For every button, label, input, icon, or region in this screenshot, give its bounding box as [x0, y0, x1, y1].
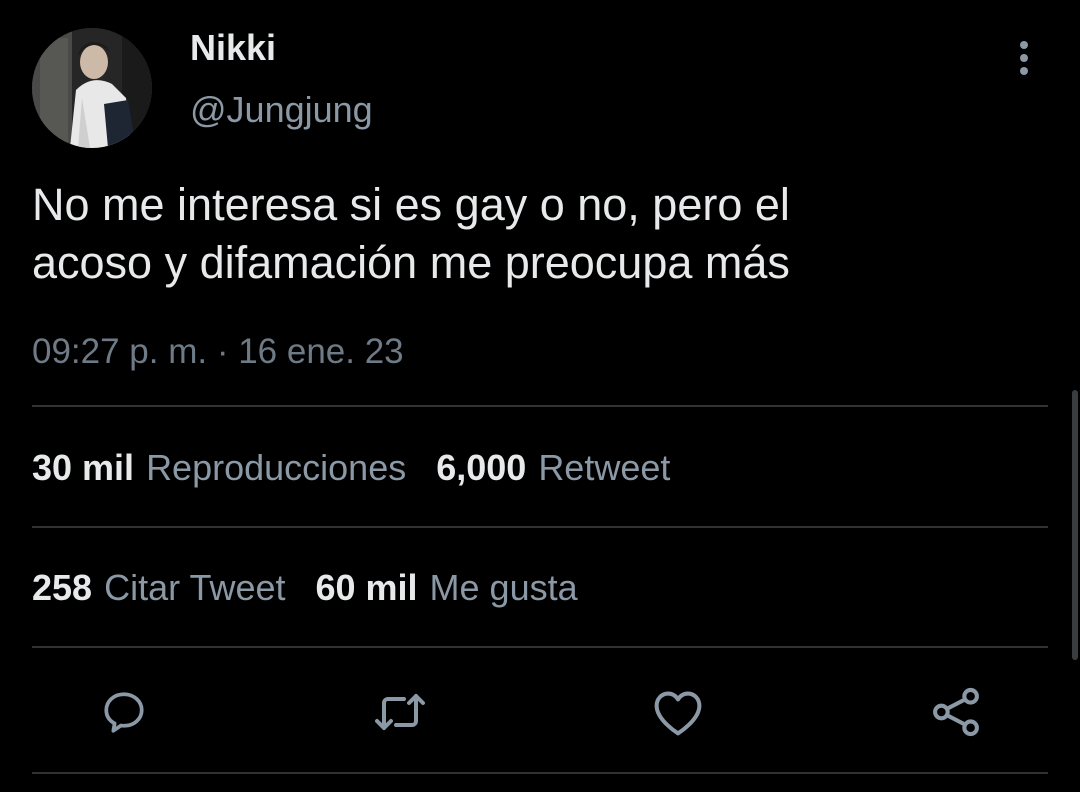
divider	[32, 526, 1048, 528]
retweets-stat[interactable]: 6,000 Retweet	[436, 447, 670, 488]
divider	[32, 646, 1048, 648]
likes-count: 60 mil	[315, 567, 418, 608]
more-vertical-icon	[1020, 41, 1028, 75]
views-stat[interactable]: 30 mil Reproducciones	[32, 447, 406, 488]
tweet-text-line: No me interesa si es gay o no, pero el	[32, 179, 790, 230]
stats-row-views-retweets: 30 mil Reproducciones 6,000 Retweet	[32, 446, 670, 490]
like-button[interactable]	[648, 682, 708, 742]
stats-row-quotes-likes: 258 Citar Tweet 60 mil Me gusta	[32, 566, 578, 610]
scrollbar-thumb[interactable]	[1072, 390, 1078, 660]
reply-button[interactable]	[94, 682, 154, 742]
more-options-button[interactable]	[1004, 36, 1044, 80]
heart-icon	[654, 691, 702, 736]
quotes-label: Citar Tweet	[104, 567, 286, 608]
likes-stat[interactable]: 60 mil Me gusta	[315, 567, 577, 608]
quotes-count: 258	[32, 567, 93, 608]
retweet-icon	[375, 694, 425, 730]
retweets-label: Retweet	[538, 447, 671, 488]
tweet-text-line: acoso y difamación me preocupa más	[32, 237, 790, 288]
share-icon	[933, 687, 979, 737]
user-handle[interactable]: @Jungjung	[190, 88, 373, 132]
reply-icon	[104, 692, 144, 733]
display-name[interactable]: Nikki	[190, 26, 276, 70]
views-label: Reproducciones	[146, 447, 407, 488]
avatar[interactable]	[32, 28, 152, 148]
share-button[interactable]	[926, 682, 986, 742]
likes-label: Me gusta	[429, 567, 578, 608]
avatar-image	[32, 28, 152, 148]
views-count: 30 mil	[32, 447, 135, 488]
tweet-actions-bar	[0, 682, 1080, 742]
tweet-timestamp[interactable]: 09:27 p. m. · 16 ene. 23	[32, 330, 404, 374]
retweets-count: 6,000	[436, 447, 527, 488]
quotes-stat[interactable]: 258 Citar Tweet	[32, 567, 285, 608]
divider	[32, 772, 1048, 774]
tweet-text: No me interesa si es gay o no, pero el a…	[32, 176, 1032, 292]
divider	[32, 405, 1048, 407]
retweet-button[interactable]	[370, 682, 430, 742]
